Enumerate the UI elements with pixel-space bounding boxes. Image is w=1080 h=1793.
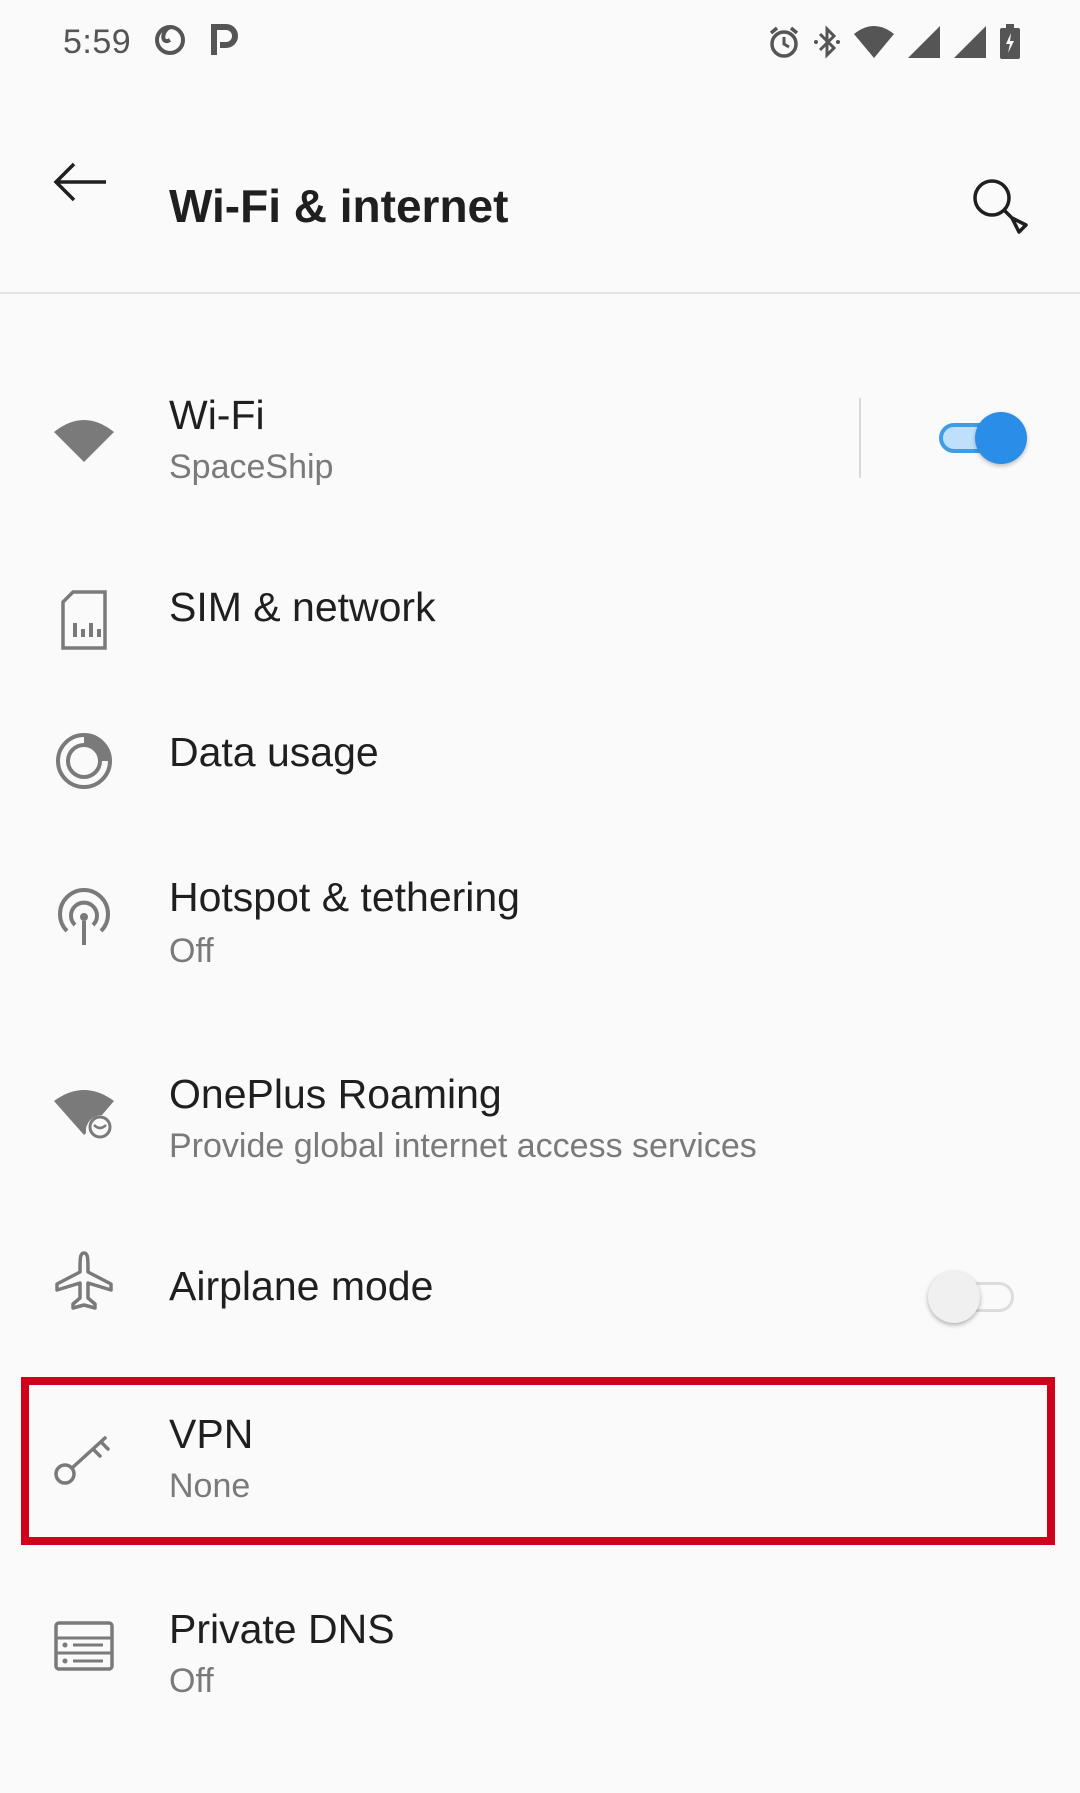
notification-p-icon <box>209 23 239 62</box>
app-bar: Wi-Fi & internet <box>0 84 1080 294</box>
sim-network-title: SIM & network <box>169 584 436 630</box>
list-item-sim-network[interactable]: SIM & network <box>0 560 1080 700</box>
roaming-title: OnePlus Roaming <box>169 1071 502 1117</box>
search-icon <box>970 176 1030 241</box>
data-usage-title: Data usage <box>169 729 379 775</box>
hotspot-title: Hotspot & tethering <box>169 874 520 920</box>
status-time: 5:59 <box>63 22 132 61</box>
notification-app-icon <box>153 23 187 62</box>
wifi-divider <box>859 398 861 478</box>
sim-card-icon <box>48 584 120 656</box>
status-bar: 5:59 <box>0 0 1080 84</box>
list-item-airplane-mode[interactable]: Airplane mode <box>0 1225 1080 1365</box>
dns-icon <box>48 1610 120 1682</box>
cell-signal-2-icon <box>952 24 988 60</box>
wifi-summary: SpaceShip <box>169 448 334 486</box>
battery-charging-icon <box>998 23 1022 61</box>
wifi-title: Wi-Fi <box>169 392 265 438</box>
airplane-mode-title: Airplane mode <box>169 1263 434 1309</box>
list-item-oneplus-roaming[interactable]: OnePlus Roaming Provide global internet … <box>0 1055 1080 1195</box>
hotspot-summary: Off <box>169 932 214 970</box>
wifi-signal-icon <box>852 24 896 60</box>
list-item-data-usage[interactable]: Data usage <box>0 705 1080 845</box>
roaming-icon <box>48 1077 120 1149</box>
bluetooth-icon <box>812 24 842 60</box>
airplane-icon <box>48 1245 120 1317</box>
data-usage-icon <box>48 725 120 797</box>
wifi-icon <box>48 406 120 478</box>
private-dns-summary: Off <box>169 1662 214 1700</box>
cell-signal-1-icon <box>906 24 942 60</box>
hotspot-icon <box>48 882 120 954</box>
private-dns-title: Private DNS <box>169 1606 395 1652</box>
list-item-private-dns[interactable]: Private DNS Off <box>0 1590 1080 1730</box>
page-title: Wi-Fi & internet <box>169 180 509 232</box>
wifi-toggle-thumb <box>975 412 1027 464</box>
status-left: 5:59 <box>63 23 239 62</box>
airplane-mode-toggle[interactable] <box>928 1265 1020 1325</box>
search-button[interactable] <box>960 168 1040 248</box>
status-right <box>766 23 1022 61</box>
back-button[interactable] <box>40 144 120 224</box>
list-item-wifi[interactable]: Wi-Fi SpaceShip <box>0 376 1080 516</box>
alarm-icon <box>766 24 802 60</box>
arrow-back-icon <box>52 162 108 207</box>
airplane-toggle-thumb <box>928 1271 980 1323</box>
wifi-toggle[interactable] <box>935 406 1027 466</box>
vpn-highlight-box <box>21 1377 1055 1545</box>
list-item-hotspot[interactable]: Hotspot & tethering Off <box>0 860 1080 1000</box>
roaming-summary: Provide global internet access services <box>169 1127 757 1165</box>
